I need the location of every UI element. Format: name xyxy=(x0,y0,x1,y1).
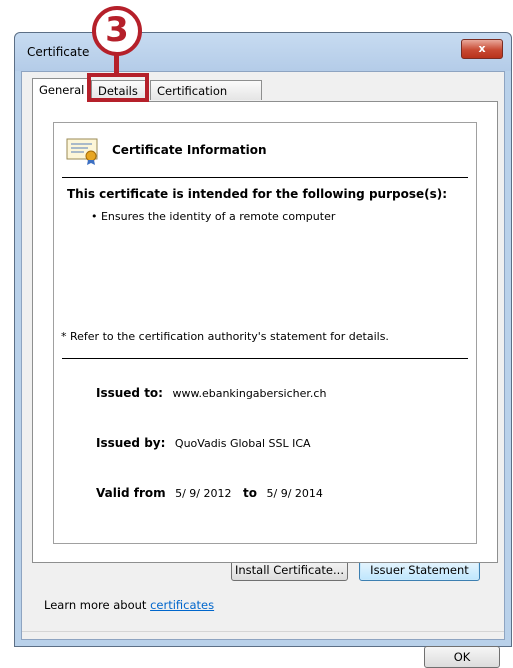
divider xyxy=(62,358,468,359)
certificates-link[interactable]: certificates xyxy=(150,598,214,612)
footer-divider xyxy=(22,631,504,632)
valid-from-label: Valid from xyxy=(96,486,166,500)
valid-to-value: 5/ 9/ 2014 xyxy=(266,487,323,500)
issued-to-label: Issued to: xyxy=(96,386,163,400)
footnote: * Refer to the certification authority's… xyxy=(61,330,389,343)
close-icon: x xyxy=(478,42,486,55)
valid-from-value: 5/ 9/ 2012 xyxy=(175,487,232,500)
purpose-heading: This certificate is intended for the fol… xyxy=(67,187,448,201)
callout-stem xyxy=(114,54,119,74)
issued-to-value: www.ebankingabersicher.ch xyxy=(172,387,327,400)
ok-label: OK xyxy=(453,650,471,664)
issued-by-row: Issued by: QuoVadis Global SSL ICA xyxy=(96,436,311,450)
general-tab-panel: Certificate Information This certificate… xyxy=(32,101,498,563)
title-bar[interactable]: Certificate x xyxy=(15,33,511,71)
certificate-icon xyxy=(66,138,98,165)
issued-by-value: QuoVadis Global SSL ICA xyxy=(174,437,311,450)
tab-general-label: General xyxy=(39,83,85,97)
purpose-item: • Ensures the identity of a remote compu… xyxy=(91,210,336,223)
step-number-badge: 3 xyxy=(92,6,142,56)
info-title: Certificate Information xyxy=(112,143,267,157)
valid-to-label: to xyxy=(243,486,257,500)
divider xyxy=(62,177,468,178)
issued-by-label: Issued by: xyxy=(96,436,166,450)
ok-button[interactable]: OK xyxy=(424,646,500,668)
learn-more-prefix: Learn more about xyxy=(44,598,151,612)
learn-more-text: Learn more about certificates xyxy=(44,598,214,612)
certificate-dialog: Certificate x General Details Certificat… xyxy=(14,32,512,668)
install-certificate-label: Install Certificate... xyxy=(235,563,344,577)
tab-certification-path[interactable]: Certification Path xyxy=(150,80,262,118)
validity-row: Valid from 5/ 9/ 2012 to 5/ 9/ 2014 xyxy=(96,486,323,500)
step-number: 3 xyxy=(105,10,129,50)
certificate-info-box: Certificate Information This certificate… xyxy=(53,122,477,544)
dialog-client-area: General Details Certification Path Certi… xyxy=(21,71,505,668)
issued-to-row: Issued to: www.ebankingabersicher.ch xyxy=(96,386,326,400)
details-tab-highlight xyxy=(87,73,149,102)
window-title: Certificate xyxy=(27,45,90,59)
issuer-statement-label: Issuer Statement xyxy=(370,563,469,577)
close-button[interactable]: x xyxy=(461,39,503,59)
tab-general[interactable]: General xyxy=(32,78,90,102)
